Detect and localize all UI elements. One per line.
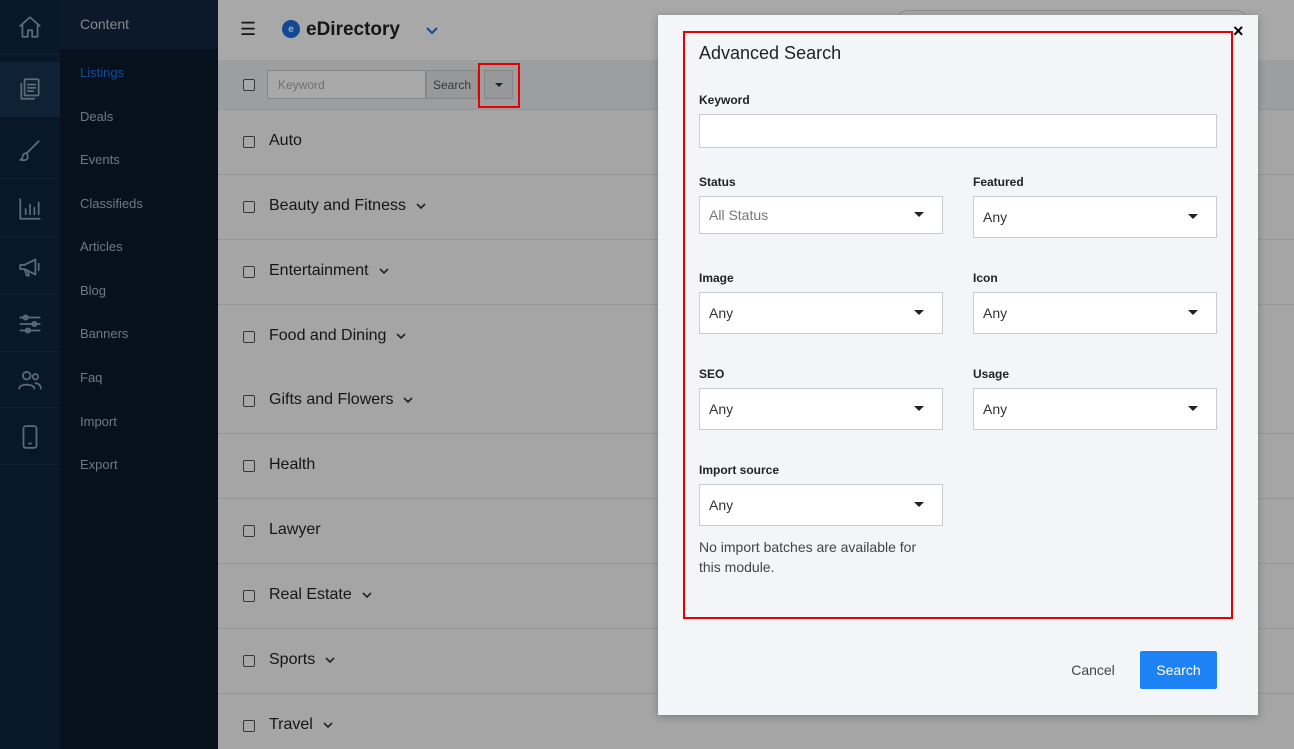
modal-title: Advanced Search — [699, 43, 842, 63]
featured-value: Any — [983, 209, 1008, 225]
close-icon[interactable]: × — [1233, 21, 1244, 42]
advanced-search-modal: × Advanced Search Keyword Status All Sta… — [658, 15, 1258, 715]
icon-value: Any — [983, 305, 1008, 321]
image-label: Image — [699, 271, 734, 285]
usage-select[interactable]: Any — [973, 388, 1217, 430]
caret-down-icon — [1188, 310, 1198, 315]
icon-label: Icon — [973, 271, 998, 285]
caret-down-icon — [914, 406, 924, 411]
import-source-select[interactable]: Any — [699, 484, 943, 526]
caret-down-icon — [1188, 214, 1198, 219]
featured-label: Featured — [973, 175, 1024, 189]
import-source-value: Any — [709, 497, 734, 513]
search-button[interactable]: Search — [1140, 651, 1217, 689]
caret-down-icon — [914, 310, 924, 315]
status-select[interactable]: All Status — [699, 196, 943, 234]
keyword-label: Keyword — [699, 93, 750, 107]
import-source-label: Import source — [699, 463, 780, 477]
import-help-text: No import batches are available for this… — [699, 539, 917, 575]
featured-select[interactable]: Any — [973, 196, 1217, 238]
icon-select[interactable]: Any — [973, 292, 1217, 334]
caret-down-icon — [914, 212, 924, 217]
image-select[interactable]: Any — [699, 292, 943, 334]
status-label: Status — [699, 175, 736, 189]
seo-select[interactable]: Any — [699, 388, 943, 430]
usage-value: Any — [983, 401, 1008, 417]
caret-down-icon — [914, 502, 924, 507]
usage-label: Usage — [973, 367, 1010, 381]
cancel-button[interactable]: Cancel — [1052, 651, 1134, 689]
status-value: All Status — [709, 207, 769, 223]
highlight-box — [478, 63, 520, 108]
keyword-field[interactable] — [699, 114, 1217, 148]
seo-label: SEO — [699, 367, 725, 381]
caret-down-icon — [1188, 406, 1198, 411]
seo-value: Any — [709, 401, 734, 417]
image-value: Any — [709, 305, 734, 321]
